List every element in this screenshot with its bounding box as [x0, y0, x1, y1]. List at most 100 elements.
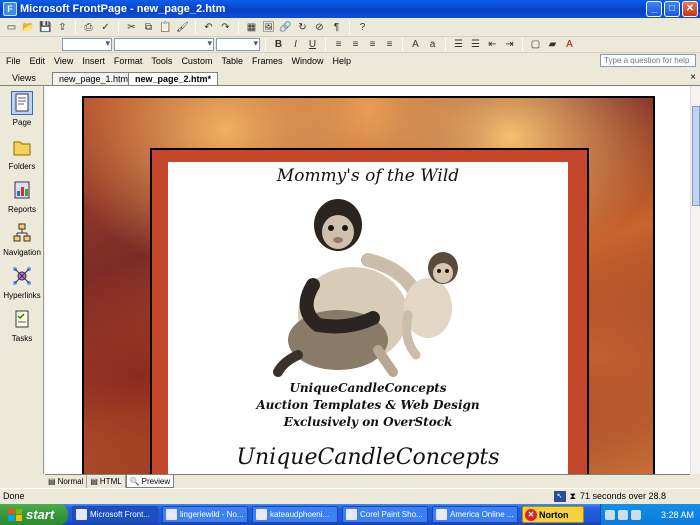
save-icon[interactable]: 💾: [38, 21, 53, 34]
menu-insert[interactable]: Insert: [82, 56, 105, 66]
view-page[interactable]: Page: [2, 91, 42, 127]
task-notepad[interactable]: lingeriewild - No...: [162, 506, 248, 523]
close-tab-icon[interactable]: ×: [690, 72, 696, 83]
open-icon[interactable]: 📂: [21, 21, 36, 34]
align-left-icon[interactable]: ≡: [331, 38, 346, 51]
publish-icon[interactable]: ⇪: [55, 21, 70, 34]
notepad-task-icon: [166, 509, 177, 520]
status-bar: Done ↖ ⧗ 71 seconds over 28.8: [0, 488, 700, 504]
decrease-indent-icon[interactable]: ⇤: [485, 38, 500, 51]
task-aol[interactable]: America Online ...: [432, 506, 518, 523]
menu-frames[interactable]: Frames: [252, 56, 283, 66]
fire-background-table: Mommy's of the Wild UniqueCandleConcepts…: [82, 96, 655, 474]
page-editor[interactable]: Mommy's of the Wild UniqueCandleConcepts…: [45, 86, 690, 474]
menu-format[interactable]: Format: [114, 56, 143, 66]
refresh-icon[interactable]: ↻: [295, 21, 310, 34]
increase-indent-icon[interactable]: ⇥: [502, 38, 517, 51]
format-painter-icon[interactable]: 🖌: [175, 21, 190, 34]
redo-icon[interactable]: ↷: [218, 21, 233, 34]
start-label: start: [26, 507, 55, 522]
menu-custom[interactable]: Custom: [181, 56, 212, 66]
font-size-select[interactable]: [216, 38, 260, 51]
close-button[interactable]: ✕: [682, 1, 698, 17]
norton-button[interactable]: ✕ Norton: [522, 506, 584, 523]
insert-table-icon[interactable]: ▦: [244, 21, 259, 34]
menu-tools[interactable]: Tools: [151, 56, 172, 66]
font-select[interactable]: [114, 38, 214, 51]
copy-icon[interactable]: ⧉: [141, 21, 156, 34]
task-label: kateaudphoeni...: [270, 510, 330, 519]
view-label: Navigation: [3, 248, 41, 257]
view-reports[interactable]: Reports: [2, 179, 42, 214]
numbering-icon[interactable]: ☰: [451, 38, 466, 51]
highlight-icon[interactable]: ▰: [545, 38, 560, 51]
underline-icon[interactable]: U: [305, 38, 320, 51]
italic-icon[interactable]: I: [288, 38, 303, 51]
formatting-toolbar: B I U ≡ ≡ ≡ ≡ A a ☰ ☰ ⇤ ⇥ ▢ ▰ A: [0, 37, 700, 53]
page-heading: Mommy's of the Wild: [276, 166, 460, 186]
taskbar: start Microsoft Front... lingeriewild - …: [0, 504, 700, 525]
vertical-scrollbar[interactable]: [690, 86, 700, 474]
tray-security-icon[interactable]: [631, 509, 641, 520]
start-button[interactable]: start: [0, 504, 68, 525]
borders-icon[interactable]: ▢: [528, 38, 543, 51]
help-search-input[interactable]: Type a question for help: [600, 54, 696, 67]
tray-volume-icon[interactable]: [618, 509, 628, 520]
paste-icon[interactable]: 📋: [158, 21, 173, 34]
tab-new-page-2[interactable]: new_page_2.htm*: [128, 72, 219, 85]
spelling-icon[interactable]: ✓: [98, 21, 113, 34]
minimize-button[interactable]: _: [646, 1, 662, 17]
red-frame: Mommy's of the Wild UniqueCandleConcepts…: [150, 148, 589, 474]
task-label: lingeriewild - No...: [180, 510, 244, 519]
show-all-icon[interactable]: ¶: [329, 21, 344, 34]
document-tabs: Views new_page_1.htm* new_page_2.htm* ×: [0, 70, 700, 86]
maximize-button[interactable]: □: [664, 1, 680, 17]
hyperlink-icon[interactable]: 🔗: [278, 21, 293, 34]
insert-picture-icon[interactable]: 🖼: [261, 21, 276, 34]
align-right-icon[interactable]: ≡: [365, 38, 380, 51]
download-time: 71 seconds over 28.8: [579, 491, 666, 501]
bullets-icon[interactable]: ☰: [468, 38, 483, 51]
task-label: Microsoft Front...: [90, 510, 151, 519]
view-navigation[interactable]: Navigation: [2, 222, 42, 257]
menu-edit[interactable]: Edit: [30, 56, 46, 66]
tray-network-icon[interactable]: [605, 509, 615, 520]
menu-help[interactable]: Help: [333, 56, 352, 66]
task-corel[interactable]: Corel Paint Sho...: [342, 506, 428, 523]
menu-file[interactable]: File: [6, 56, 21, 66]
menu-table[interactable]: Table: [221, 56, 243, 66]
tab-new-page-1[interactable]: new_page_1.htm*: [52, 72, 139, 85]
frontpage-task-icon: [76, 509, 87, 520]
new-page-icon[interactable]: ▭: [4, 21, 19, 34]
decrease-font-icon[interactable]: a: [425, 38, 440, 51]
tab-html[interactable]: ▤ HTML: [87, 475, 126, 488]
menu-view[interactable]: View: [54, 56, 73, 66]
scroll-thumb[interactable]: [692, 106, 700, 206]
views-label: Views: [12, 73, 36, 83]
help-icon[interactable]: ?: [355, 21, 370, 34]
view-folders[interactable]: Folders: [2, 136, 42, 171]
view-hyperlinks[interactable]: Hyperlinks: [2, 265, 42, 300]
justify-icon[interactable]: ≡: [382, 38, 397, 51]
task-kateaudphoenix[interactable]: kateaudphoeni...: [252, 506, 338, 523]
increase-font-icon[interactable]: A: [408, 38, 423, 51]
undo-icon[interactable]: ↶: [201, 21, 216, 34]
stop-icon[interactable]: ⊘: [312, 21, 327, 34]
tab-normal[interactable]: ▤ Normal: [45, 475, 88, 488]
window-title: Microsoft FrontPage - new_page_2.htm: [20, 3, 226, 15]
print-icon[interactable]: ⎙: [81, 21, 96, 34]
bold-icon[interactable]: B: [271, 38, 286, 51]
task-frontpage[interactable]: Microsoft Front...: [72, 506, 158, 523]
font-color-icon[interactable]: A: [562, 38, 577, 51]
cut-icon[interactable]: ✂: [124, 21, 139, 34]
preview-icon: 🔍: [129, 476, 140, 486]
menu-window[interactable]: Window: [291, 56, 323, 66]
frontpage-icon: F: [3, 2, 17, 16]
mode-label: HTML: [99, 477, 122, 486]
mode-label: Preview: [141, 476, 171, 486]
align-center-icon[interactable]: ≡: [348, 38, 363, 51]
style-select[interactable]: [62, 38, 112, 51]
view-tasks[interactable]: Tasks: [2, 308, 42, 343]
normal-icon: ▤: [48, 477, 56, 486]
tab-preview[interactable]: 🔍 Preview: [125, 475, 175, 488]
